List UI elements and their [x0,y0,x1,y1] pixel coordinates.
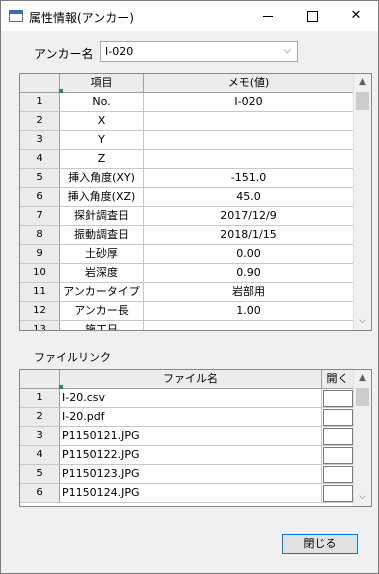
row-number[interactable]: 9 [20,245,60,264]
file-scrollbar[interactable]: ▲ ⌵ [353,370,371,506]
attribute-value-cell[interactable]: 岩部用 [144,283,354,302]
row-number[interactable]: 1 [20,389,60,408]
attribute-item-cell[interactable]: 土砂厚 [60,245,144,264]
attribute-value-cell[interactable]: I-020 [144,93,354,112]
attribute-value-cell[interactable]: 1.00 [144,302,354,321]
attribute-value-cell[interactable] [144,321,354,330]
file-name-cell[interactable]: I-20.csv [60,389,322,408]
column-header-filename[interactable]: ファイル名 [60,370,322,389]
row-header-corner [20,370,60,389]
attribute-value-cell[interactable]: 0.00 [144,245,354,264]
minimize-button[interactable] [246,1,290,31]
file-links-label: ファイルリンク [34,351,111,364]
title-bar: 属性情報(アンカー) ✕ [1,1,378,31]
row-number[interactable]: 12 [20,302,60,321]
attribute-value-cell[interactable]: 2017/12/9 [144,207,354,226]
column-header-value[interactable]: メモ(値) [144,74,354,93]
attribute-scrollbar[interactable]: ▲ ⌵ [353,74,371,330]
row-number[interactable]: 4 [20,150,60,169]
window-title: 属性情報(アンカー) [29,11,134,25]
attribute-value-cell[interactable] [144,131,354,150]
attribute-item-cell[interactable]: 挿入角度(XY) [60,169,144,188]
row-number[interactable]: 7 [20,207,60,226]
attribute-window: 属性情報(アンカー) ✕ アンカー名 I-020 ⌵ 項目 メモ(値) 1 No.… [0,0,379,574]
anchor-name-value: I-020 [105,45,134,58]
row-number[interactable]: 3 [20,131,60,150]
file-name-cell[interactable]: P1150123.JPG [60,465,322,484]
attribute-value-cell[interactable]: 0.90 [144,264,354,283]
scroll-down-arrow-icon[interactable]: ⌵ [354,313,371,330]
row-number[interactable]: 11 [20,283,60,302]
row-number[interactable]: 3 [20,427,60,446]
row-number[interactable]: 1 [20,93,60,112]
window-icon [9,10,23,22]
maximize-button[interactable] [290,1,334,31]
attribute-value-cell[interactable]: -151.0 [144,169,354,188]
attribute-item-cell[interactable]: 振動調査日 [60,226,144,245]
column-header-open[interactable]: 開く [322,370,354,389]
row-number[interactable]: 13 [20,321,60,330]
close-button[interactable]: 閉じる [282,534,358,554]
open-file-button[interactable] [323,485,353,502]
row-number[interactable]: 6 [20,188,60,207]
row-number[interactable]: 5 [20,465,60,484]
attribute-item-cell[interactable]: アンカー長 [60,302,144,321]
row-number[interactable]: 2 [20,112,60,131]
attribute-value-cell[interactable] [144,150,354,169]
scroll-down-arrow-icon[interactable]: ⌵ [354,489,371,506]
file-name-cell[interactable]: P1150121.JPG [60,427,322,446]
attribute-item-cell[interactable]: 岩深度 [60,264,144,283]
open-file-button[interactable] [323,409,353,426]
attribute-item-cell[interactable]: 探針調査日 [60,207,144,226]
attribute-value-cell[interactable]: 2018/1/15 [144,226,354,245]
scroll-up-arrow-icon[interactable]: ▲ [354,74,371,91]
maximize-icon [307,11,318,22]
anchor-name-select[interactable]: I-020 ⌵ [100,41,298,62]
attribute-item-cell[interactable]: 施工日 [60,321,144,330]
open-file-button[interactable] [323,428,353,445]
chevron-down-icon: ⌵ [283,45,291,56]
row-header-corner [20,74,60,93]
attribute-item-cell[interactable]: Z [60,150,144,169]
attribute-item-cell[interactable]: X [60,112,144,131]
anchor-name-label: アンカー名 [34,47,94,61]
open-file-button[interactable] [323,447,353,464]
attribute-value-cell[interactable]: 45.0 [144,188,354,207]
file-link-grid[interactable]: ファイル名 開く 1 I-20.csv 2 I-20.pdf 3 P1150121.JPG… [19,369,372,507]
attribute-item-cell[interactable]: 挿入角度(XZ) [60,188,144,207]
open-file-button[interactable] [323,390,353,407]
scroll-thumb[interactable] [356,388,369,406]
file-name-cell[interactable]: I-20.pdf [60,408,322,427]
row-number[interactable]: 2 [20,408,60,427]
row-number[interactable]: 10 [20,264,60,283]
scroll-up-arrow-icon[interactable]: ▲ [354,370,371,387]
row-number[interactable]: 8 [20,226,60,245]
attribute-value-cell[interactable] [144,112,354,131]
column-header-item[interactable]: 項目 [60,74,144,93]
attribute-item-cell[interactable]: アンカータイプ [60,283,144,302]
scroll-thumb[interactable] [356,92,369,110]
row-number[interactable]: 6 [20,484,60,503]
attribute-item-cell[interactable]: No. [60,93,144,112]
minimize-icon [263,16,273,17]
row-number[interactable]: 5 [20,169,60,188]
file-name-cell[interactable]: P1150124.JPG [60,484,322,503]
attribute-item-cell[interactable]: Y [60,131,144,150]
file-name-cell[interactable]: P1150122.JPG [60,446,322,465]
attribute-grid[interactable]: 項目 メモ(値) 1 No. I-020 2 X 3 Y 4 Z 5 挿入角度(XY) -151.0 6… [19,73,372,331]
close-icon: ✕ [350,8,362,23]
row-number[interactable]: 4 [20,446,60,465]
open-file-button[interactable] [323,466,353,483]
close-window-button[interactable]: ✕ [334,1,378,31]
